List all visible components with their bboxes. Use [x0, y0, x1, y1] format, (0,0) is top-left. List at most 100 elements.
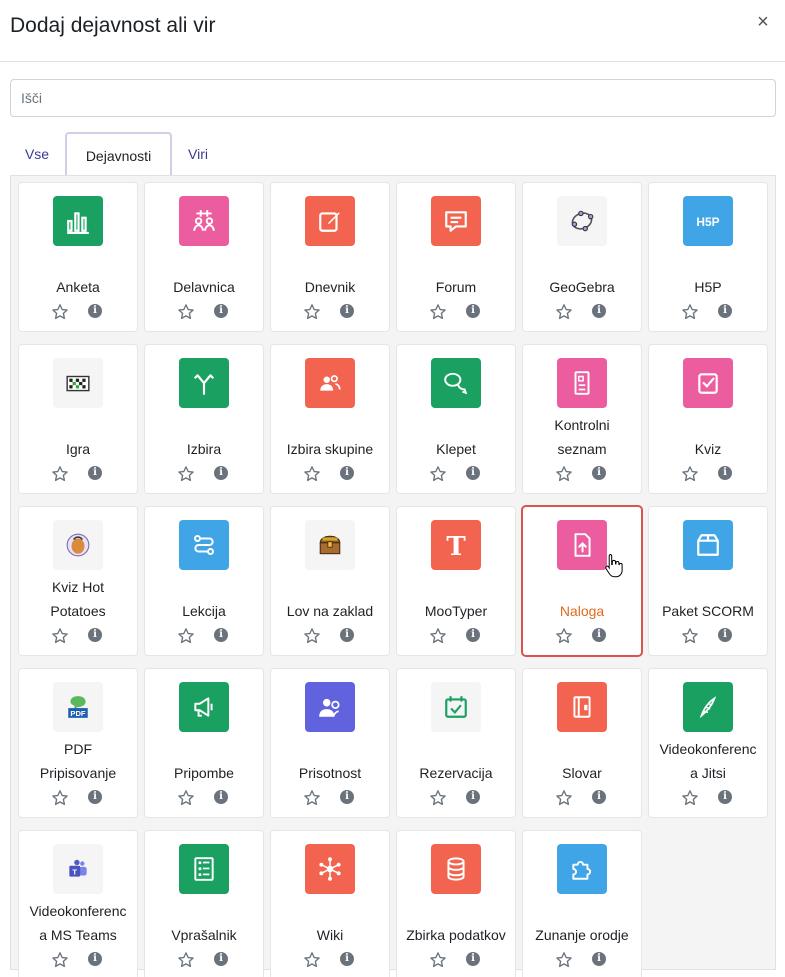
star-icon[interactable]	[177, 627, 195, 645]
activity-tile-vprasalnik[interactable]: Vprašalnik i	[145, 831, 263, 977]
activity-tile-kviz-hot-potatoes[interactable]: Kviz Hot Potatoes i	[19, 507, 137, 655]
star-icon[interactable]	[429, 303, 447, 321]
activity-tile-videokonferenca-ms-teams[interactable]: T Videokonferenc a MS Teams i	[19, 831, 137, 977]
info-icon[interactable]: i	[466, 304, 480, 318]
star-icon[interactable]	[429, 951, 447, 969]
activity-tile-slovar[interactable]: Slovar i	[523, 669, 641, 817]
activity-name: MooTyper	[399, 599, 513, 623]
tab-resources[interactable]: Viri	[172, 132, 224, 176]
activity-tile-pripombe[interactable]: Pripombe i	[145, 669, 263, 817]
info-icon[interactable]: i	[466, 952, 480, 966]
activity-tile-paket-scorm[interactable]: Paket SCORM i	[649, 507, 767, 655]
info-icon[interactable]: i	[88, 466, 102, 480]
search-input[interactable]	[10, 79, 776, 117]
star-icon[interactable]	[555, 303, 573, 321]
activity-tile-h5p[interactable]: H5P H5P i	[649, 183, 767, 331]
info-icon[interactable]: i	[718, 466, 732, 480]
activity-tile-kontrolni-seznam[interactable]: Kontrolni seznam i	[523, 345, 641, 493]
info-icon[interactable]: i	[214, 790, 228, 804]
activity-tile-lov-na-zaklad[interactable]: Lov na zaklad i	[271, 507, 389, 655]
star-icon[interactable]	[51, 627, 69, 645]
activity-name-line: Vprašalnik	[171, 927, 237, 943]
star-icon[interactable]	[177, 951, 195, 969]
activity-tile-geogebra[interactable]: GeoGebra i	[523, 183, 641, 331]
info-icon[interactable]: i	[718, 628, 732, 642]
tab-activities[interactable]: Dejavnosti	[65, 132, 172, 178]
tab-all[interactable]: Vse	[10, 132, 64, 176]
info-icon[interactable]: i	[340, 952, 354, 966]
star-icon[interactable]	[429, 789, 447, 807]
star-icon[interactable]	[177, 789, 195, 807]
star-icon[interactable]	[303, 789, 321, 807]
activity-tile-zbirka-podatkov[interactable]: Zbirka podatkov i	[397, 831, 515, 977]
activity-tile-mootyper[interactable]: T MooTyper i	[397, 507, 515, 655]
info-icon[interactable]: i	[592, 628, 606, 642]
star-icon[interactable]	[177, 465, 195, 483]
activity-tile-lekcija[interactable]: Lekcija i	[145, 507, 263, 655]
info-icon[interactable]: i	[214, 304, 228, 318]
info-icon[interactable]: i	[718, 790, 732, 804]
activity-name-line: GeoGebra	[549, 279, 615, 295]
activity-tile-videokonferenca-jitsi[interactable]: Videokonferenc a Jitsi i	[649, 669, 767, 817]
activity-name-line: a Jitsi	[690, 765, 726, 781]
info-icon[interactable]: i	[466, 466, 480, 480]
info-icon[interactable]: i	[592, 304, 606, 318]
info-icon[interactable]: i	[88, 952, 102, 966]
activity-name: Videokonferenc a MS Teams	[21, 899, 135, 947]
info-icon[interactable]: i	[466, 628, 480, 642]
star-icon[interactable]	[51, 789, 69, 807]
star-icon[interactable]	[51, 465, 69, 483]
info-icon[interactable]: i	[592, 466, 606, 480]
h5p-icon: H5P	[683, 196, 733, 246]
star-icon[interactable]	[681, 627, 699, 645]
star-icon[interactable]	[555, 465, 573, 483]
star-icon[interactable]	[303, 303, 321, 321]
star-icon[interactable]	[429, 465, 447, 483]
star-icon[interactable]	[555, 789, 573, 807]
activity-tile-igra[interactable]: Igra i	[19, 345, 137, 493]
activity-tile-anketa[interactable]: Anketa i	[19, 183, 137, 331]
info-icon[interactable]: i	[88, 628, 102, 642]
star-icon[interactable]	[681, 465, 699, 483]
star-icon[interactable]	[303, 951, 321, 969]
info-icon[interactable]: i	[718, 304, 732, 318]
star-icon[interactable]	[303, 627, 321, 645]
close-icon[interactable]: ×	[753, 12, 773, 32]
star-icon[interactable]	[555, 627, 573, 645]
info-icon[interactable]: i	[340, 628, 354, 642]
info-icon[interactable]: i	[466, 790, 480, 804]
info-icon[interactable]: i	[88, 304, 102, 318]
info-icon[interactable]: i	[592, 952, 606, 966]
info-icon[interactable]: i	[340, 466, 354, 480]
info-icon[interactable]: i	[88, 790, 102, 804]
activity-tile-zunanje-orodje[interactable]: Zunanje orodje i	[523, 831, 641, 977]
star-icon[interactable]	[51, 951, 69, 969]
star-icon[interactable]	[303, 465, 321, 483]
star-icon[interactable]	[555, 951, 573, 969]
star-icon[interactable]	[681, 303, 699, 321]
activity-tile-izbira[interactable]: Izbira i	[145, 345, 263, 493]
activity-tile-dnevnik[interactable]: Dnevnik i	[271, 183, 389, 331]
activity-tile-kviz[interactable]: Kviz i	[649, 345, 767, 493]
lesson-path-icon	[179, 520, 229, 570]
info-icon[interactable]: i	[340, 790, 354, 804]
star-icon[interactable]	[51, 303, 69, 321]
star-icon[interactable]	[429, 627, 447, 645]
activity-tile-prisotnost[interactable]: Prisotnost i	[271, 669, 389, 817]
activity-tile-delavnica[interactable]: Delavnica i	[145, 183, 263, 331]
info-icon[interactable]: i	[214, 952, 228, 966]
activity-tile-rezervacija[interactable]: Rezervacija i	[397, 669, 515, 817]
activity-tile-naloga[interactable]: Naloga i	[523, 507, 641, 655]
activity-tile-forum[interactable]: Forum i	[397, 183, 515, 331]
activity-tile-klepet[interactable]: Klepet i	[397, 345, 515, 493]
info-icon[interactable]: i	[340, 304, 354, 318]
tile-actions: i	[397, 303, 515, 321]
star-icon[interactable]	[681, 789, 699, 807]
activity-tile-pdf-pripisovanje[interactable]: PDF PDF Pripisovanje i	[19, 669, 137, 817]
activity-tile-wiki[interactable]: Wiki i	[271, 831, 389, 977]
star-icon[interactable]	[177, 303, 195, 321]
info-icon[interactable]: i	[214, 628, 228, 642]
info-icon[interactable]: i	[592, 790, 606, 804]
info-icon[interactable]: i	[214, 466, 228, 480]
activity-tile-izbira-skupine[interactable]: Izbira skupine i	[271, 345, 389, 493]
